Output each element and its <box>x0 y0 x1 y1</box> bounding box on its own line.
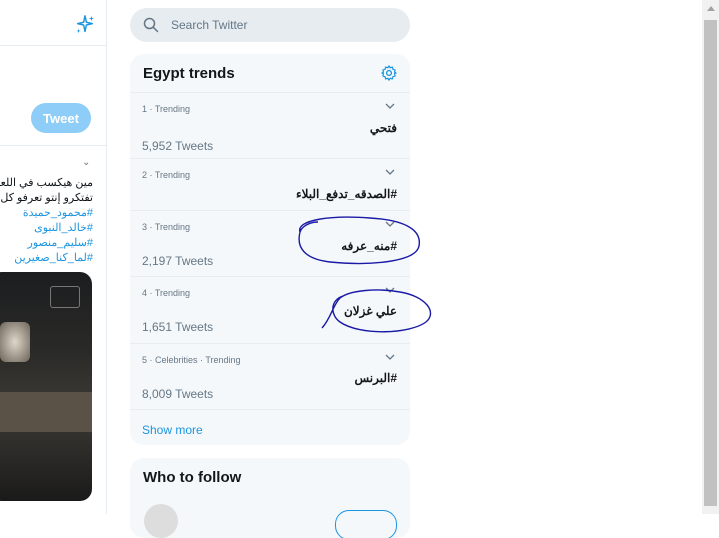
trend-count: 2,197 Tweets <box>142 254 214 268</box>
chevron-down-icon[interactable] <box>384 284 396 296</box>
search-icon <box>143 17 159 33</box>
chevron-down-icon[interactable] <box>384 166 396 178</box>
trend-meta: 4 · Trending <box>142 288 191 298</box>
sparkle-icon[interactable] <box>74 14 96 36</box>
search-input[interactable]: Search Twitter <box>171 18 247 32</box>
avatar[interactable] <box>144 504 178 538</box>
chevron-down-icon[interactable] <box>384 351 396 363</box>
hashtag-link[interactable]: #محمود_حميدة <box>0 206 93 221</box>
chevron-down-icon[interactable] <box>384 218 396 230</box>
follow-header: Who to follow <box>130 458 410 496</box>
trend-meta: 1 · Trending <box>142 104 191 114</box>
search-box[interactable]: Search Twitter <box>130 8 410 42</box>
trend-name[interactable]: فتحي <box>370 121 397 135</box>
gear-icon[interactable] <box>380 64 398 82</box>
follow-title: Who to follow <box>143 468 242 486</box>
scrollbar-thumb[interactable] <box>704 20 717 506</box>
tweet-text: مين هيكسب في اللعبه! تفتكرو إنتو تعرفو ك… <box>0 176 93 266</box>
trend-name[interactable]: #منه_عرفه <box>341 239 397 253</box>
trend-item[interactable]: 5 · Celebrities · Trending #البرنس 8,009… <box>130 344 410 410</box>
follow-button[interactable] <box>335 510 397 538</box>
trends-title: Egypt trends <box>143 64 235 82</box>
trends-panel: Egypt trends 1 · Trending فتحي 5,952 Twe… <box>130 54 410 445</box>
header-divider <box>0 45 106 46</box>
tweet-button[interactable]: Tweet <box>31 103 91 133</box>
trend-meta: 3 · Trending <box>142 222 191 232</box>
hashtag-link[interactable]: #خالد_النبوى <box>0 221 93 236</box>
trend-item[interactable]: 4 · Trending علي غزلان 1,651 Tweets <box>130 277 410 344</box>
trend-item[interactable]: 2 · Trending #الصدقه_تدفع_البلاء <box>130 159 410 211</box>
trend-count: 5,952 Tweets <box>142 139 214 153</box>
trend-count: 1,651 Tweets <box>142 320 214 334</box>
hashtag-link[interactable]: #سليم_منصور <box>0 236 93 251</box>
column-divider <box>106 0 107 514</box>
trend-meta: 2 · Trending <box>142 170 191 180</box>
scroll-up-arrow-icon[interactable] <box>707 6 715 11</box>
media-lamp <box>0 322 30 362</box>
show-more-link[interactable]: Show more <box>130 410 410 445</box>
trend-meta: 5 · Celebrities · Trending <box>142 355 241 365</box>
trend-name[interactable]: #البرنس <box>354 371 397 385</box>
tweet-line: تفتكرو إنتو تعرفو كل ح <box>0 192 93 204</box>
hashtag-link[interactable]: #لما_كنا_صغيرين <box>0 251 93 266</box>
trend-count: 8,009 Tweets <box>142 387 214 401</box>
trend-name[interactable]: علي غزلان <box>344 304 397 318</box>
tweet-line: مين هيكسب في اللعبه! <box>0 177 93 189</box>
trend-item[interactable]: 3 · Trending #منه_عرفه 2,197 Tweets <box>130 211 410 277</box>
trend-name[interactable]: #الصدقه_تدفع_البلاء <box>296 187 397 201</box>
tweet-media-image[interactable] <box>0 272 92 501</box>
compose-divider <box>0 145 106 146</box>
trend-item[interactable]: 1 · Trending فتحي 5,952 Tweets <box>130 93 410 159</box>
who-to-follow-panel: Who to follow <box>130 458 410 538</box>
chevron-down-icon[interactable]: ⌄ <box>82 157 90 168</box>
media-logo <box>50 286 80 308</box>
media-desk <box>0 392 92 432</box>
chevron-down-icon[interactable] <box>384 100 396 112</box>
trends-header: Egypt trends <box>130 54 410 93</box>
